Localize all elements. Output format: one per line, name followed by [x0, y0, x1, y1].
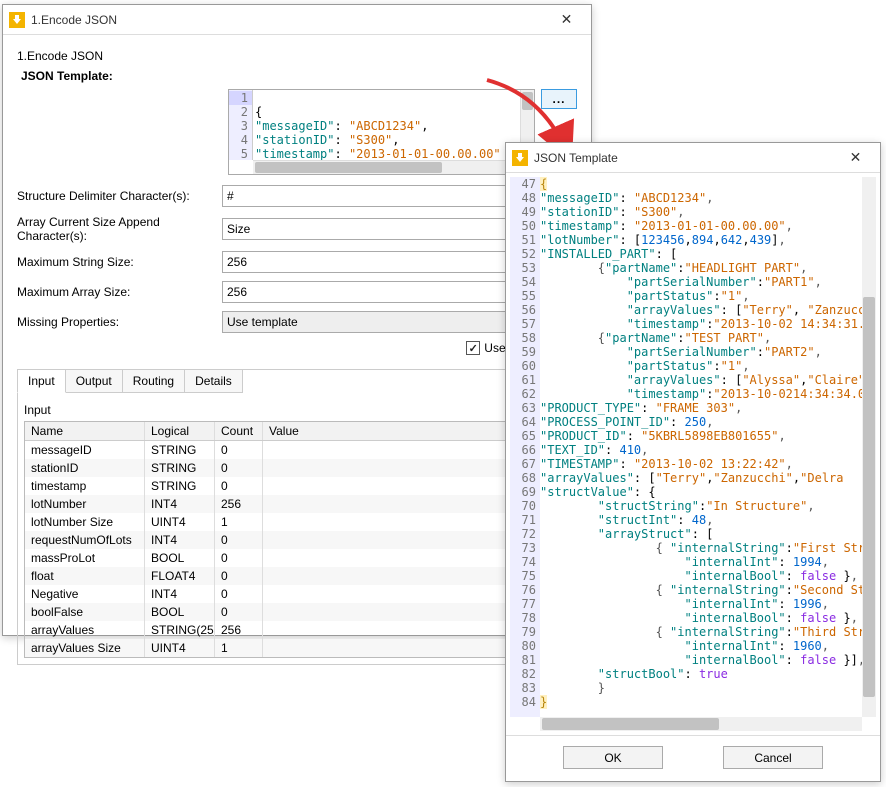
- main-window: 1.Encode JSON ✕ 1.Encode JSON JSON Templ…: [2, 4, 592, 636]
- popup-hscroll[interactable]: [540, 717, 862, 731]
- table-row[interactable]: lotNumberINT4256: [25, 495, 569, 513]
- arrsize-label: Array Current Size Append Character(s):: [17, 215, 222, 243]
- advanced-checkbox[interactable]: [466, 341, 480, 355]
- popup-title: JSON Template: [534, 151, 833, 165]
- cancel-button[interactable]: Cancel: [723, 746, 823, 769]
- table-row[interactable]: arrayValuesSTRING(256)256: [25, 621, 569, 639]
- tab-routing[interactable]: Routing: [122, 370, 185, 393]
- table-row[interactable]: stationIDSTRING0: [25, 459, 569, 477]
- col-name[interactable]: Name: [25, 422, 145, 440]
- tab-details[interactable]: Details: [184, 370, 243, 393]
- table-row[interactable]: messageIDSTRING0: [25, 441, 569, 459]
- section-header: JSON Template:: [21, 69, 577, 83]
- tab-input[interactable]: Input: [17, 370, 66, 393]
- maxstr-label: Maximum String Size:: [17, 255, 222, 269]
- popup-window: JSON Template ✕ 474849505152535455565758…: [505, 142, 881, 782]
- table-row[interactable]: arrayValues SizeUINT41: [25, 639, 569, 657]
- table-row[interactable]: floatFLOAT40: [25, 567, 569, 585]
- col-count[interactable]: Count: [215, 422, 263, 440]
- table-row[interactable]: boolFalseBOOL0: [25, 603, 569, 621]
- group-label: 1.Encode JSON: [17, 49, 577, 63]
- preview-hscroll[interactable]: [253, 160, 520, 174]
- table-row[interactable]: timestampSTRING0: [25, 477, 569, 495]
- main-title: 1.Encode JSON: [31, 13, 544, 27]
- table-row[interactable]: massProLotBOOL0: [25, 549, 569, 567]
- main-titlebar: 1.Encode JSON ✕: [3, 5, 591, 35]
- tabs: InputOutputRoutingDetails: [17, 369, 577, 393]
- table-row[interactable]: NegativeINT40: [25, 585, 569, 603]
- col-logical[interactable]: Logical: [145, 422, 215, 440]
- popup-close-button[interactable]: ✕: [833, 144, 878, 172]
- table-row[interactable]: lotNumber SizeUINT41: [25, 513, 569, 531]
- close-button[interactable]: ✕: [544, 6, 589, 34]
- delim-label: Structure Delimiter Character(s):: [17, 189, 222, 203]
- maxarr-label: Maximum Array Size:: [17, 285, 222, 299]
- missing-label: Missing Properties:: [17, 315, 222, 329]
- template-expand-button[interactable]: ...: [541, 89, 577, 109]
- col-value[interactable]: Value: [263, 422, 521, 440]
- panel-subtitle: Input: [24, 403, 570, 417]
- ok-button[interactable]: OK: [563, 746, 663, 769]
- popup-titlebar: JSON Template ✕: [506, 143, 880, 173]
- input-grid: NameLogicalCountValueType messageIDSTRIN…: [24, 421, 570, 658]
- tab-output[interactable]: Output: [65, 370, 123, 393]
- popup-vscroll[interactable]: [862, 177, 876, 717]
- json-template-preview[interactable]: 12345 {"messageID": "ABCD1234","stationI…: [228, 89, 535, 175]
- app-icon: [512, 150, 528, 166]
- table-row[interactable]: requestNumOfLotsINT40: [25, 531, 569, 549]
- popup-editor[interactable]: 4748495051525354555657585960616263646566…: [506, 173, 880, 735]
- input-panel: Input NameLogicalCountValueType messageI…: [17, 393, 577, 665]
- app-icon: [9, 12, 25, 28]
